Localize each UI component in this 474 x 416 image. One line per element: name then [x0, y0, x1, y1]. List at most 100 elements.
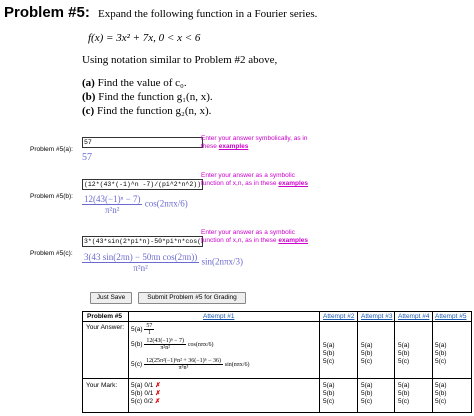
- answer-a-fraction: 57 1: [144, 323, 155, 336]
- your-mark-label: Your Mark:: [86, 382, 118, 389]
- answer-b-input[interactable]: (12*(43*(-1)^n -7)/(pi^2*n^2))*(c: [82, 179, 203, 190]
- answer-part-label: 5(a): [361, 342, 373, 349]
- answer-part-label: 5(b): [398, 350, 410, 357]
- answer-c-numerator: 12(25π²(−1)ⁿn² + 36(−1)ⁿ − 36): [144, 358, 223, 365]
- attempt-5-answers: 5(a) 5(b) 5(c): [435, 342, 447, 366]
- answer-b-tail: cos(nπx/6): [187, 342, 214, 349]
- mark-part: 5(c): [361, 398, 373, 405]
- answer-b-preview-tail: cos(2nπx/6): [144, 198, 188, 209]
- attempt-3-answers: 5(a) 5(b) 5(c): [361, 342, 373, 366]
- answer-part-label: 5(c): [435, 358, 447, 365]
- attempt-5-marks: 5(a) 5(b) 5(c): [435, 382, 447, 406]
- wrong-icon: ✗: [155, 382, 161, 389]
- mark-part: 5(a): [361, 382, 373, 389]
- attempt-1-header[interactable]: Attempt #1: [203, 313, 234, 320]
- answer-part-label: 5(a): [398, 342, 410, 349]
- answer-c-label: Problem #5(c):: [30, 250, 73, 257]
- mark-row: 5(a) 0/1 ✗: [131, 382, 161, 390]
- answer-b-examples-link[interactable]: examples: [278, 180, 308, 187]
- answer-b-preview-numerator: 12(43(−1)ⁿ − 7): [82, 194, 143, 205]
- attempt-3-header[interactable]: Attempt #3: [361, 313, 392, 320]
- answer-part-label: 5(c): [323, 358, 335, 365]
- attempt-1-answer-c: 5(c) 12(25π²(−1)ⁿn² + 36(−1)ⁿ − 36) π³n³…: [131, 358, 249, 371]
- mark-part: 5(a): [131, 382, 143, 389]
- problem-title: Problem #5:: [4, 4, 90, 21]
- part-a-label: (a): [82, 77, 95, 89]
- attempt-2-marks: 5(a) 5(b) 5(c): [323, 382, 335, 406]
- attempt-4-header[interactable]: Attempt #4: [398, 313, 429, 320]
- mark-score: 0/1: [144, 382, 154, 389]
- answer-part-label: 5(c): [131, 361, 143, 369]
- mark-part: 5(a): [435, 382, 447, 389]
- problem-description: Expand the following function in a Fouri…: [98, 8, 318, 20]
- notation-note: Using notation similar to Problem #2 abo…: [82, 54, 278, 66]
- answer-part-label: 5(a): [131, 326, 143, 334]
- table-divider: [83, 378, 471, 379]
- table-divider: [83, 321, 471, 322]
- answer-c-preview: 3(43 sin(2πn) − 50πn cos(2πn)) π²n² sin(…: [82, 252, 243, 273]
- answer-part-label: 5(a): [323, 342, 335, 349]
- attempt-5-header[interactable]: Attempt #5: [435, 313, 466, 320]
- answer-part-label: 5(b): [323, 350, 335, 357]
- answer-a-examples-link[interactable]: examples: [219, 143, 249, 150]
- table-divider: [319, 312, 320, 412]
- table-title: Problem #5: [87, 313, 123, 320]
- answer-b-label: Problem #5(b):: [30, 193, 73, 200]
- attempt-4-answers: 5(a) 5(b) 5(c): [398, 342, 410, 366]
- wrong-icon: ✗: [155, 390, 161, 397]
- answer-c-examples-link[interactable]: examples: [278, 237, 308, 244]
- mark-part: 5(c): [131, 398, 143, 405]
- answer-b-preview-denominator: π²n²: [105, 205, 120, 215]
- answer-c-tail: sin(nπx/6): [224, 362, 250, 369]
- mark-score: 0/2: [144, 398, 154, 405]
- mark-part: 5(a): [398, 382, 410, 389]
- part-c-text: (c) Find the function g₂(n, x).: [82, 105, 211, 117]
- answer-part-label: 5(b): [435, 350, 447, 357]
- mark-row: 5(c) 0/2 ✗: [131, 398, 161, 406]
- answer-b-numerator: 12(43(−1)ⁿ − 7): [144, 338, 187, 345]
- table-divider: [128, 312, 129, 412]
- answer-part-label: 5(c): [361, 358, 373, 365]
- answer-a-input[interactable]: 57: [82, 137, 203, 148]
- answer-part-label: 5(b): [131, 341, 143, 349]
- answer-a-help: Enter your answer symbolically, as in th…: [201, 135, 313, 151]
- mark-part: 5(b): [398, 390, 410, 397]
- mark-part: 5(b): [435, 390, 447, 397]
- attempt-1-answer-b: 5(b) 12(43(−1)ⁿ − 7) π²n² cos(nπx/6): [131, 338, 214, 351]
- wrong-icon: ✗: [154, 398, 161, 405]
- answer-c-preview-fraction: 3(43 sin(2πn) − 50πn cos(2πn)) π²n²: [82, 252, 200, 273]
- your-answer-label: Your Answer:: [86, 324, 125, 331]
- mark-score: 0/1: [144, 390, 154, 397]
- answer-part-label: 5(b): [361, 350, 373, 357]
- mark-part: 5(b): [131, 390, 143, 397]
- answer-b-preview: 12(43(−1)ⁿ − 7) π²n² cos(2nπx/6): [82, 194, 188, 215]
- answer-b-preview-fraction: 12(43(−1)ⁿ − 7) π²n²: [82, 194, 143, 215]
- submit-button[interactable]: Submit Problem #5 for Grading: [138, 292, 246, 304]
- answer-c-input[interactable]: 3*(43*sin(2*pi*n)-50*pi*n*cos(2*p: [82, 236, 203, 247]
- answer-a-denominator: 1: [147, 330, 151, 336]
- table-divider: [394, 312, 395, 412]
- answer-c-fraction: 12(25π²(−1)ⁿn² + 36(−1)ⁿ − 36) π³n³: [144, 358, 223, 371]
- mark-part: 5(c): [323, 398, 335, 405]
- attempt-3-marks: 5(a) 5(b) 5(c): [361, 382, 373, 406]
- just-save-button[interactable]: Just Save: [90, 292, 132, 304]
- answer-a-help-text: Enter your answer symbolically, as in th…: [201, 135, 308, 150]
- answer-b-fraction: 12(43(−1)ⁿ − 7) π²n²: [144, 338, 187, 351]
- answer-c-denominator: π³n³: [178, 365, 189, 371]
- function-definition: f(x) = 3x² + 7x, 0 < x < 6: [88, 32, 201, 44]
- attempt-4-marks: 5(a) 5(b) 5(c): [398, 382, 410, 406]
- attempt-2-answers: 5(a) 5(b) 5(c): [323, 342, 335, 366]
- part-c-label: (c): [82, 105, 95, 117]
- answer-a-label: Problem #5(a):: [30, 146, 73, 153]
- answer-b-denominator: π²n²: [160, 345, 171, 351]
- mark-part: 5(b): [323, 390, 335, 397]
- part-c-instruction: Find the function g₂(n, x).: [96, 105, 212, 117]
- answer-a-preview: 57: [82, 152, 92, 163]
- table-divider: [432, 312, 433, 412]
- answer-b-help: Enter your answer as a symbolic function…: [201, 172, 313, 188]
- part-b-label: (b): [82, 91, 96, 103]
- table-divider: [357, 312, 358, 412]
- attempt-2-header[interactable]: Attempt #2: [323, 313, 354, 320]
- answer-part-label: 5(c): [398, 358, 410, 365]
- answer-c-preview-tail: sin(2nπx/3): [201, 256, 243, 267]
